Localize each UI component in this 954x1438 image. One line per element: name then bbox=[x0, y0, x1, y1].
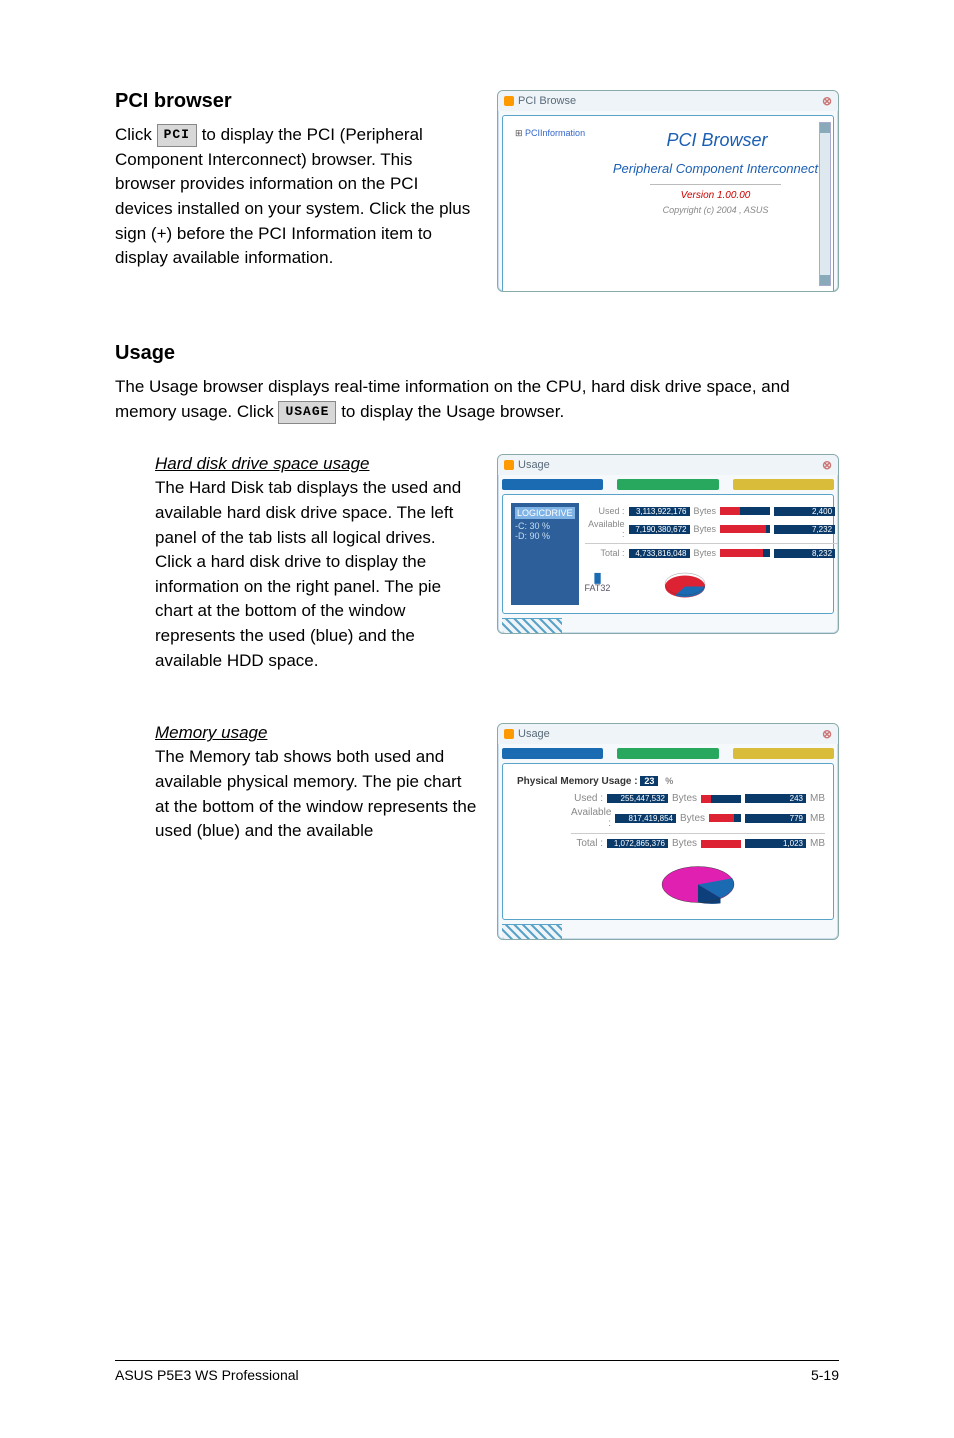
unit: Bytes bbox=[694, 506, 717, 516]
pci-button-inline: PCI bbox=[157, 124, 197, 147]
mem-pie-chart bbox=[653, 853, 743, 907]
usage-text-suffix: to display the Usage browser. bbox=[341, 402, 564, 421]
scrollbar[interactable] bbox=[819, 122, 831, 286]
label: Available : bbox=[571, 807, 611, 829]
value-box: 4,733,816,048 bbox=[629, 549, 690, 558]
mb-box: 7,232 bbox=[774, 525, 835, 534]
mem-text: The Memory tab shows both used and avail… bbox=[155, 745, 477, 844]
mem-row-total: Total : 1,072,865,376 Bytes 1,023 MB bbox=[571, 838, 825, 849]
mem-header-prefix: Physical Memory Usage : bbox=[517, 776, 638, 787]
value-box: 817,419,854 bbox=[615, 814, 676, 823]
pci-right-title: PCI Browser bbox=[606, 130, 825, 151]
value-box: 255,447,532 bbox=[607, 794, 668, 803]
value-box: 7,190,380,672 bbox=[629, 525, 690, 534]
bar bbox=[709, 814, 741, 822]
usage-section-title: Usage bbox=[115, 342, 839, 365]
close-icon[interactable]: ⊗ bbox=[822, 727, 832, 741]
label: Total : bbox=[571, 838, 603, 849]
hdd-window-title: Usage bbox=[518, 459, 550, 471]
window-resize-grip bbox=[502, 618, 562, 633]
value-box: 3,113,922,176 bbox=[629, 507, 690, 516]
pci-window-title: PCI Browse bbox=[518, 95, 576, 107]
mb-box: 8,232 bbox=[774, 549, 835, 558]
hdd-text: The Hard Disk tab displays the used and … bbox=[155, 476, 477, 673]
mb-box: 2,400 bbox=[774, 507, 835, 516]
mem-row-used: Used : 255,447,532 Bytes 243 MB bbox=[571, 793, 825, 804]
window-icon bbox=[504, 96, 514, 106]
pci-copyright: Copyright (c) 2004 , ASUS bbox=[606, 205, 825, 215]
drive-list-panel: LOGICDRIVE -C: 30 % -D: 90 % bbox=[511, 503, 579, 605]
bar bbox=[720, 525, 770, 533]
mem-window-title: Usage bbox=[518, 728, 550, 740]
value-box: 1,072,865,376 bbox=[607, 839, 668, 848]
drive-item[interactable]: -C: 30 % bbox=[515, 521, 575, 531]
window-resize-grip bbox=[502, 924, 562, 939]
pci-section-text: Click PCI to display the PCI (Peripheral… bbox=[115, 123, 477, 271]
unit: Bytes bbox=[672, 793, 697, 804]
window-icon bbox=[504, 729, 514, 739]
bar bbox=[701, 795, 741, 803]
mem-row-available: Available : 817,419,854 Bytes 779 MB bbox=[571, 807, 825, 829]
pie-label: FAT32 bbox=[585, 583, 611, 593]
usage-button-inline: USAGE bbox=[278, 401, 336, 424]
mem-usage-header: Physical Memory Usage : 23 % bbox=[517, 776, 825, 787]
pci-browser-window: PCI Browse ⊗ ⊞ PCIInformation PCI Browse… bbox=[497, 90, 839, 292]
pci-tree-root[interactable]: PCIInformation bbox=[525, 128, 585, 138]
tab-memory[interactable] bbox=[617, 748, 718, 759]
close-icon[interactable]: ⊗ bbox=[822, 458, 832, 472]
label: Used : bbox=[571, 793, 603, 804]
tab-harddisk[interactable] bbox=[502, 479, 603, 490]
label: Total : bbox=[585, 548, 625, 558]
mb-box: 1,023 bbox=[745, 839, 806, 848]
close-icon[interactable]: ⊗ bbox=[822, 94, 832, 108]
hdd-heading: Hard disk drive space usage bbox=[155, 454, 370, 474]
tab-memory[interactable] bbox=[617, 479, 718, 490]
hdd-row-used: Used : 3,113,922,176 Bytes 2,400 MB bbox=[585, 506, 839, 516]
mem-heading: Memory usage bbox=[155, 723, 267, 743]
label: Available : bbox=[585, 519, 625, 539]
page-footer: ASUS P5E3 WS Professional 5-19 bbox=[115, 1360, 839, 1383]
pci-text-prefix: Click bbox=[115, 125, 157, 144]
tab-cpu[interactable] bbox=[733, 748, 834, 759]
unit: Bytes bbox=[694, 524, 717, 534]
unit: MB bbox=[810, 793, 825, 804]
window-icon bbox=[504, 460, 514, 470]
footer-page-number: 5-19 bbox=[811, 1367, 839, 1383]
hdd-usage-window: Usage ⊗ LOGICDRIVE -C: 30 % -D: 90 % bbox=[497, 454, 839, 634]
tab-cpu[interactable] bbox=[733, 479, 834, 490]
pci-version: Version 1.00.00 bbox=[606, 190, 825, 201]
tab-harddisk[interactable] bbox=[502, 748, 603, 759]
mb-box: 243 bbox=[745, 794, 806, 803]
mem-usage-window: Usage ⊗ Physical Memory Usage : 23 % bbox=[497, 723, 839, 940]
hdd-row-total: Total : 4,733,816,048 Bytes 8,232 MB bbox=[585, 548, 839, 558]
mem-header-val: 23 bbox=[640, 776, 658, 786]
mb-box: 779 bbox=[745, 814, 806, 823]
hdd-pie-chart bbox=[660, 565, 710, 603]
drive-item[interactable]: -D: 90 % bbox=[515, 531, 575, 541]
pci-section-title: PCI browser bbox=[115, 90, 477, 113]
usage-section-text: The Usage browser displays real-time inf… bbox=[115, 375, 839, 424]
footer-product: ASUS P5E3 WS Professional bbox=[115, 1367, 299, 1383]
bar bbox=[720, 507, 770, 515]
unit: Bytes bbox=[694, 548, 717, 558]
bar bbox=[701, 840, 741, 848]
pci-right-sub: Peripheral Component Interconnect bbox=[606, 161, 825, 176]
unit: Bytes bbox=[672, 838, 697, 849]
bar bbox=[720, 549, 770, 557]
unit: MB bbox=[810, 838, 825, 849]
drive-list-header: LOGICDRIVE bbox=[515, 507, 575, 519]
label: Used : bbox=[585, 506, 625, 516]
unit: Bytes bbox=[680, 813, 705, 824]
hdd-row-available: Available : 7,190,380,672 Bytes 7,232 MB bbox=[585, 519, 839, 539]
unit: MB bbox=[810, 813, 825, 824]
mem-header-unit: % bbox=[665, 776, 673, 786]
